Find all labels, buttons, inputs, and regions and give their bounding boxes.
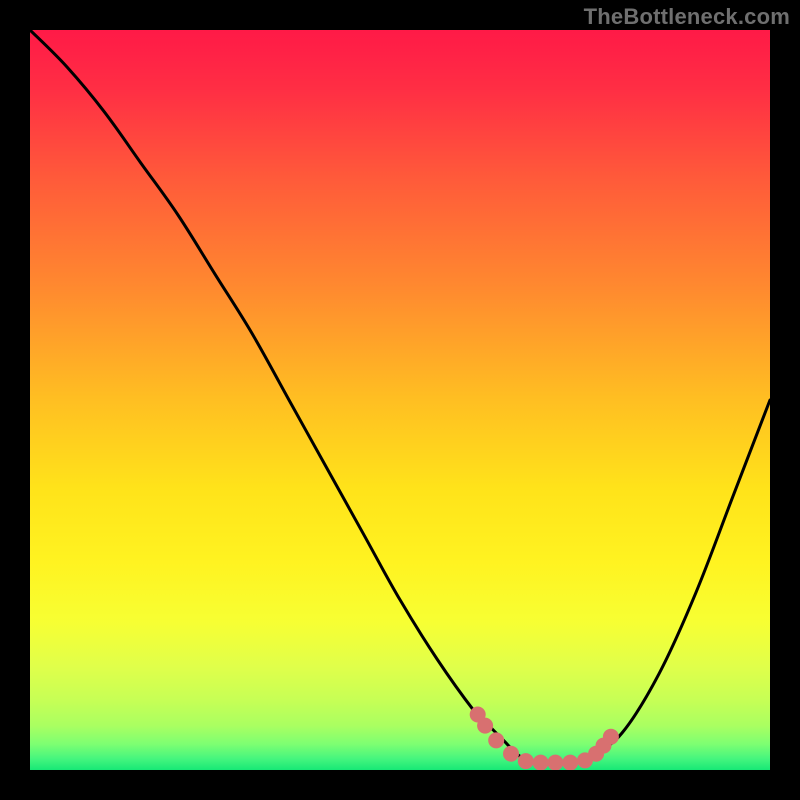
highlight-dot (562, 755, 578, 770)
bottleneck-chart (30, 30, 770, 770)
highlight-dot (518, 753, 534, 769)
gradient-background (30, 30, 770, 770)
highlight-dot (547, 755, 563, 770)
highlight-dot (477, 718, 493, 734)
highlight-dot (533, 755, 549, 770)
highlight-dot (503, 746, 519, 762)
highlight-dot (488, 732, 504, 748)
highlight-dot (603, 729, 619, 745)
chart-frame (30, 30, 770, 770)
watermark-text: TheBottleneck.com (584, 4, 790, 30)
